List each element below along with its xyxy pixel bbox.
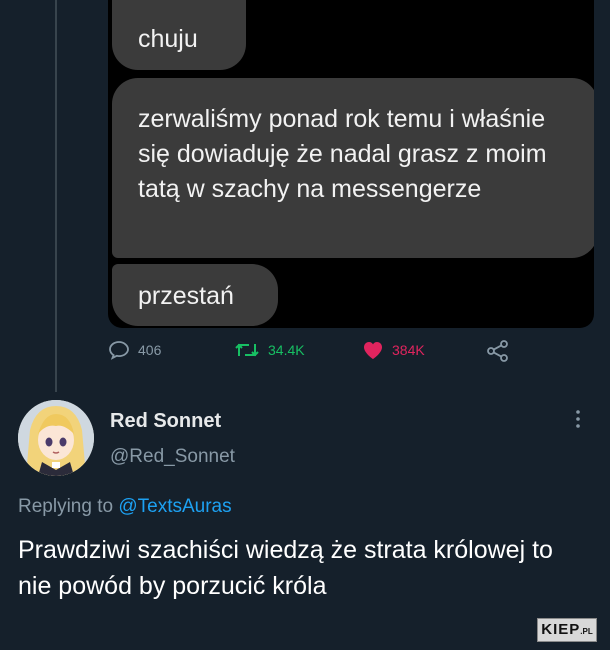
retweet-icon <box>235 343 259 357</box>
anime-avatar-icon <box>18 400 94 476</box>
watermark-text: KIEP <box>541 621 581 638</box>
watermark-logo: KIEP.PL <box>537 618 597 642</box>
retweet-button[interactable]: 34.4K <box>234 340 305 360</box>
message-bubble: zerwaliśmy ponad rok temu i właśnie się … <box>112 78 594 258</box>
chat-screenshot: chuju zerwaliśmy ponad rok temu i właśni… <box>108 0 594 328</box>
heart-icon <box>364 342 382 359</box>
reply-icon <box>109 341 129 360</box>
avatar[interactable] <box>18 400 94 476</box>
tweet-text: Prawdziwi szachiści wiedzą że strata kró… <box>18 536 553 600</box>
replying-label: Replying to <box>18 496 114 517</box>
more-options-button[interactable] <box>574 408 582 435</box>
like-button[interactable]: 384K <box>362 340 425 360</box>
more-vertical-icon <box>576 410 580 428</box>
tweet-actions: 406 34.4K 384K <box>108 340 528 370</box>
like-count: 384K <box>392 342 425 358</box>
message-bubble: przestań <box>112 264 278 326</box>
thread-line <box>55 0 57 392</box>
reply-count: 406 <box>138 342 162 358</box>
author-name[interactable]: Red Sonnet <box>110 410 221 433</box>
retweet-count: 34.4K <box>268 342 305 358</box>
mention-link[interactable]: @TextsAuras <box>118 496 231 517</box>
reply-button[interactable]: 406 <box>108 340 161 360</box>
share-button[interactable] <box>486 340 518 362</box>
replying-to: Replying to @TextsAuras <box>18 496 232 518</box>
message-bubble: chuju <box>112 0 246 70</box>
author-handle[interactable]: @Red_Sonnet <box>110 446 235 468</box>
watermark-suffix: .PL <box>580 627 593 636</box>
share-icon <box>487 340 508 362</box>
